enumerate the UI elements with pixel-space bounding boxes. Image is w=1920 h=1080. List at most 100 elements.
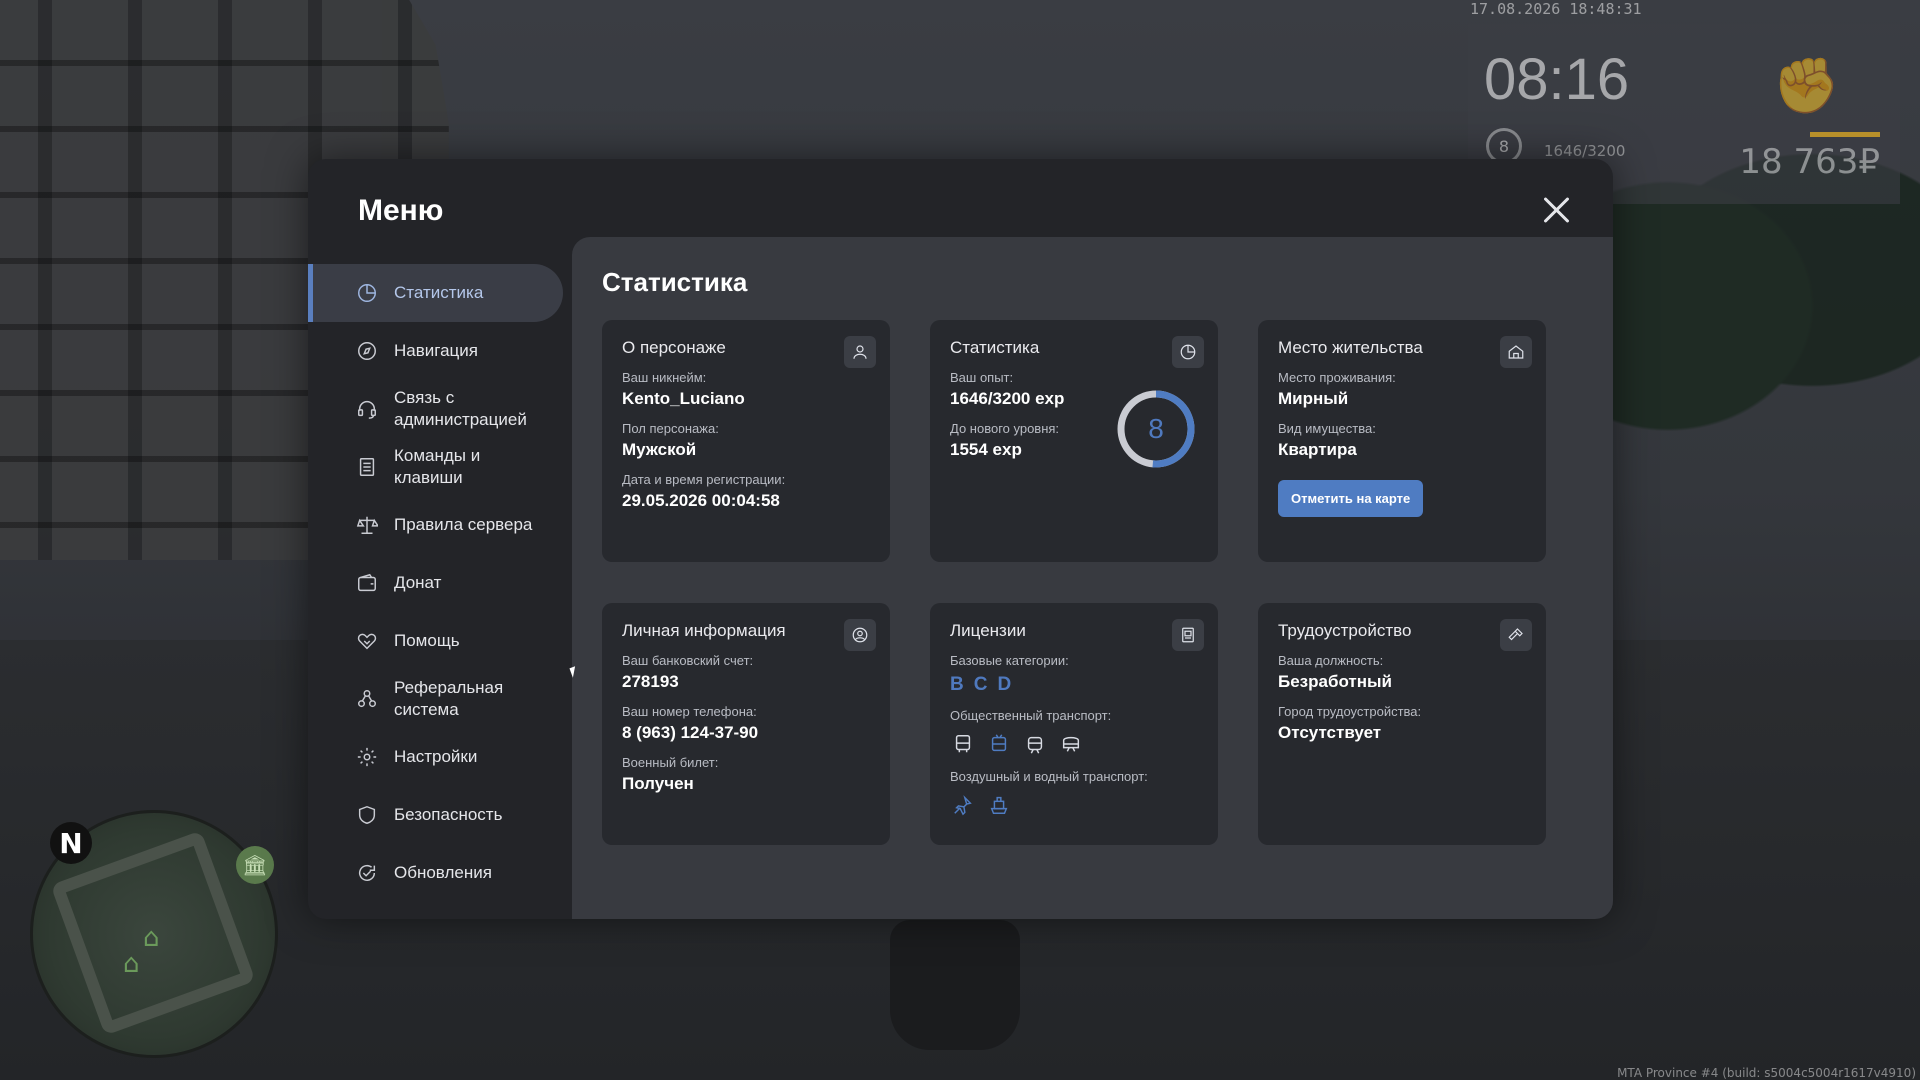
- public-transport-label: Общественный транспорт:: [950, 708, 1112, 723]
- sidebar-item-label: Помощь: [394, 631, 460, 650]
- bank-account-label: Ваш банковский счет:: [622, 653, 754, 668]
- menu-title: Меню: [358, 194, 444, 227]
- licenses-card: Лицензии Базовые категории: B C D Общест…: [930, 603, 1218, 845]
- sidebar-item-donate[interactable]: Донат: [308, 554, 572, 612]
- fist-icon: ✊: [1772, 54, 1840, 117]
- content-panel: Статистика О персонаже Ваш никнейм: Kent…: [572, 237, 1613, 919]
- hud-exp: 1646/3200: [1544, 142, 1626, 160]
- house-icon: ⌂: [123, 949, 140, 979]
- pie-chart-icon: [356, 282, 378, 304]
- military-id-label: Военный билет:: [622, 755, 719, 770]
- personal-info-card: Личная информация Ваш банковский счет: 2…: [602, 603, 890, 845]
- sidebar-item-statistics[interactable]: Статистика: [308, 264, 563, 322]
- phone-label: Ваш номер телефона:: [622, 704, 757, 719]
- sidebar-item-label: Навигация: [394, 341, 478, 360]
- property-type-label: Вид имущества:: [1278, 421, 1376, 436]
- trolleybus-icon: [986, 731, 1012, 757]
- hud-clock: 08:16: [1484, 47, 1630, 112]
- user-icon: [844, 336, 876, 368]
- sidebar-item-label: Команды и клавиши: [394, 446, 481, 487]
- close-button[interactable]: [1539, 193, 1573, 227]
- sidebar-item-rules[interactable]: Правила сервера: [308, 496, 572, 554]
- mark-on-map-button[interactable]: Отметить на карте: [1278, 480, 1424, 517]
- military-id-value: Получен: [622, 774, 694, 793]
- property-type-value: Квартира: [1278, 440, 1357, 459]
- sidebar-item-commands[interactable]: Команды и клавиши: [308, 438, 572, 496]
- license-category: C: [973, 674, 988, 695]
- card-title: Место жительства: [1278, 338, 1423, 357]
- hammer-icon: [1500, 619, 1532, 651]
- license-category: D: [997, 674, 1012, 695]
- public-transport-icons: [950, 731, 1198, 757]
- sidebar: Статистика Навигация Связь с администрац…: [308, 264, 572, 902]
- job-city-value: Отсутствует: [1278, 723, 1382, 742]
- tram-icon: [1022, 731, 1048, 757]
- license-category: B: [950, 674, 964, 695]
- air-water-transport-label: Воздушный и водный транспорт:: [950, 769, 1148, 784]
- user-circle-icon: [844, 619, 876, 651]
- bank-icon: 🏛: [236, 846, 274, 884]
- sidebar-item-navigation[interactable]: Навигация: [308, 322, 572, 380]
- card-title: Статистика: [950, 338, 1040, 357]
- pie-chart-icon: [1172, 336, 1204, 368]
- exp-label: Ваш опыт:: [950, 370, 1014, 385]
- shield-icon: [356, 804, 378, 826]
- card-title: Личная информация: [622, 621, 786, 640]
- card-title: О персонаже: [622, 338, 726, 357]
- gear-icon: [356, 746, 378, 768]
- job-position-label: Ваша должность:: [1278, 653, 1384, 668]
- timestamp: 17.08.2026 18:48:31: [1470, 0, 1642, 18]
- home-icon: [1500, 336, 1532, 368]
- card-title: Лицензии: [950, 621, 1026, 640]
- nickname-label: Ваш никнейм:: [622, 370, 707, 385]
- air-water-transport-icons: [950, 792, 1198, 818]
- license-categories: B C D: [950, 674, 1198, 696]
- build-info: MTA Province #4 (build: s5004c5004r1617v…: [1617, 1066, 1916, 1080]
- bank-account-value: 278193: [622, 672, 679, 691]
- sidebar-item-help[interactable]: Помощь: [308, 612, 572, 670]
- sidebar-item-referral[interactable]: Реферальная система: [308, 670, 572, 728]
- card-title: Трудоустройство: [1278, 621, 1412, 640]
- plane-icon: [950, 792, 976, 818]
- sidebar-item-admin-contact[interactable]: Связь с администрацией: [308, 380, 572, 438]
- character-card: О персонаже Ваш никнейм: Kento_Luciano П…: [602, 320, 890, 562]
- employment-card: Трудоустройство Ваша должность: Безработ…: [1258, 603, 1546, 845]
- compass-icon: [356, 340, 378, 362]
- job-position-value: Безработный: [1278, 672, 1392, 691]
- handshake-icon: [356, 630, 378, 652]
- job-city-label: Город трудоустройства:: [1278, 704, 1422, 719]
- refresh-check-icon: [356, 862, 378, 884]
- registration-value: 29.05.2026 00:04:58: [622, 491, 780, 510]
- metro-icon: [1058, 731, 1084, 757]
- gender-label: Пол персонажа:: [622, 421, 719, 436]
- level-number: 8: [1148, 413, 1164, 444]
- residence-place-value: Мирный: [1278, 389, 1349, 408]
- hud-money: 18 763₽: [1739, 142, 1880, 182]
- headset-icon: [356, 398, 378, 420]
- scales-icon: [356, 514, 378, 536]
- license-icon: [1172, 619, 1204, 651]
- stats-card: Статистика Ваш опыт: 1646/3200 exp До но…: [930, 320, 1218, 562]
- registration-label: Дата и время регистрации:: [622, 472, 786, 487]
- player-character: [890, 920, 1020, 1050]
- sidebar-item-updates[interactable]: Обновления: [308, 844, 572, 902]
- house-icon: ⌂: [143, 923, 160, 953]
- base-categories-label: Базовые категории:: [950, 653, 1069, 668]
- sidebar-item-label: Безопасность: [394, 805, 503, 824]
- sidebar-item-label: Правила сервера: [394, 515, 533, 534]
- gender-value: Мужской: [622, 440, 697, 459]
- sidebar-item-settings[interactable]: Настройки: [308, 728, 572, 786]
- hud-bar: [1810, 132, 1880, 137]
- sidebar-item-label: Настройки: [394, 747, 478, 766]
- sidebar-item-label: Донат: [394, 573, 442, 592]
- wallet-icon: [356, 572, 378, 594]
- document-icon: [356, 456, 378, 478]
- bus-icon: [950, 731, 976, 757]
- sidebar-item-label: Статистика: [394, 283, 484, 302]
- sidebar-item-security[interactable]: Безопасность: [308, 786, 572, 844]
- residence-card: Место жительства Место проживания: Мирны…: [1258, 320, 1546, 562]
- phone-value: 8 (963) 124-37-90: [622, 723, 759, 742]
- sidebar-item-label: Связь с администрацией: [394, 388, 527, 429]
- residence-place-label: Место проживания:: [1278, 370, 1396, 385]
- sidebar-item-label: Обновления: [394, 863, 492, 882]
